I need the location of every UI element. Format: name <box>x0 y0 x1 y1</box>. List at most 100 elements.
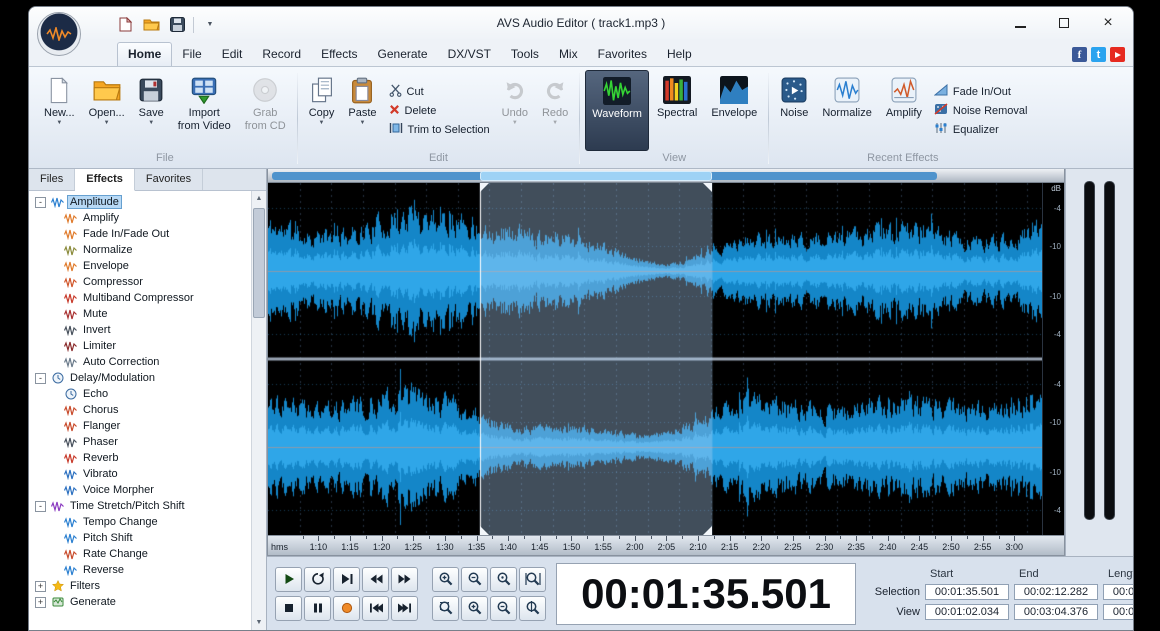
tree-item-filters[interactable]: +Filters <box>29 578 251 594</box>
redo-dropdown-icon[interactable]: ▼ <box>552 120 558 126</box>
menu-edit[interactable]: Edit <box>212 43 253 66</box>
collapse-toggle-icon[interactable]: - <box>35 501 46 512</box>
fade-in-out-button[interactable]: Fade In/Out <box>934 84 1028 99</box>
noise-button[interactable]: Noise <box>774 70 814 151</box>
scroll-up-icon[interactable]: ▲ <box>252 191 266 206</box>
maximize-button[interactable] <box>1053 13 1075 33</box>
zoom-out-vertical-button[interactable] <box>490 596 517 621</box>
delete-button[interactable]: Delete <box>389 104 490 118</box>
selection-end-marker-top[interactable] <box>703 183 712 192</box>
zoom-default-button[interactable] <box>490 567 517 592</box>
tree-item-limiter[interactable]: Limiter <box>29 338 251 354</box>
noise-removal-button[interactable]: Noise Removal <box>934 103 1028 118</box>
tab-files[interactable]: Files <box>29 169 75 190</box>
tree-item-reverse[interactable]: Reverse <box>29 562 251 578</box>
cut-button[interactable]: Cut <box>389 84 490 100</box>
repeat-button[interactable] <box>304 567 331 592</box>
go-to-end-button[interactable] <box>391 596 418 621</box>
save-button[interactable]: Save ▼ <box>133 70 170 151</box>
normalize-button[interactable]: Normalize <box>816 70 878 151</box>
tree-item-vibrato[interactable]: Vibrato <box>29 466 251 482</box>
grab-from-cd-button[interactable]: Grab from CD <box>239 70 292 151</box>
zoom-out-button[interactable] <box>461 567 488 592</box>
tree-item-envelope[interactable]: Envelope <box>29 258 251 274</box>
copy-dropdown-icon[interactable]: ▼ <box>319 120 325 126</box>
zoom-frame-button[interactable] <box>432 596 459 621</box>
envelope-view-button[interactable]: Envelope <box>705 70 763 151</box>
menu-dx-vst[interactable]: DX/VST <box>438 43 501 66</box>
go-to-start-button[interactable] <box>362 596 389 621</box>
tree-scrollbar[interactable]: ▲ ▼ <box>251 191 266 630</box>
youtube-icon[interactable] <box>1110 47 1125 62</box>
paste-button[interactable]: Paste ▼ <box>342 70 382 151</box>
tab-effects[interactable]: Effects <box>75 169 135 191</box>
zoom-in-vertical-button[interactable] <box>461 596 488 621</box>
undo-button[interactable]: Undo ▼ <box>496 70 534 151</box>
tree-item-delay-modulation[interactable]: -Delay/Modulation <box>29 370 251 386</box>
trim-to-selection-button[interactable]: Trim to Selection <box>389 122 490 137</box>
time-ruler[interactable]: hms1:101:151:201:251:301:351:401:451:501… <box>268 535 1064 555</box>
menu-record[interactable]: Record <box>252 43 311 66</box>
waveform-view-button[interactable]: Waveform <box>585 70 649 151</box>
spectral-view-button[interactable]: Spectral <box>651 70 703 151</box>
tree-item-flanger[interactable]: Flanger <box>29 418 251 434</box>
tree-item-fade-in-fade-out[interactable]: Fade In/Fade Out <box>29 226 251 242</box>
tree-item-echo[interactable]: Echo <box>29 386 251 402</box>
selection-start-value[interactable]: 00:01:35.501 <box>925 584 1009 600</box>
play-button[interactable] <box>275 567 302 592</box>
view-end-value[interactable]: 00:03:04.376 <box>1014 604 1098 620</box>
minimize-button[interactable] <box>1009 13 1031 33</box>
tree-item-amplitude[interactable]: -Amplitude <box>29 194 251 210</box>
view-start-value[interactable]: 00:01:02.034 <box>925 604 1009 620</box>
zoom-in-button[interactable] <box>432 567 459 592</box>
collapse-toggle-icon[interactable]: - <box>35 197 46 208</box>
overview-bar[interactable] <box>268 169 1064 183</box>
zoom-fit-button[interactable] <box>519 596 546 621</box>
copy-button[interactable]: Copy ▼ <box>303 70 341 151</box>
selection-end-marker-bottom[interactable] <box>703 526 712 535</box>
tree-item-phaser[interactable]: Phaser <box>29 434 251 450</box>
tree-item-pitch-shift[interactable]: Pitch Shift <box>29 530 251 546</box>
menu-mix[interactable]: Mix <box>549 43 588 66</box>
new-dropdown-icon[interactable]: ▼ <box>56 120 62 126</box>
undo-dropdown-icon[interactable]: ▼ <box>512 120 518 126</box>
menu-effects[interactable]: Effects <box>311 43 367 66</box>
selection-start-marker-top[interactable] <box>480 183 489 192</box>
waveform-canvas[interactable] <box>268 183 1042 535</box>
view-length-value[interactable]: 00:02:02.341 <box>1103 604 1133 620</box>
equalizer-button[interactable]: Equalizer <box>934 122 1028 137</box>
open-dropdown-icon[interactable]: ▼ <box>104 120 110 126</box>
expand-toggle-icon[interactable]: + <box>35 581 46 592</box>
selection-start-marker-bottom[interactable] <box>480 526 489 535</box>
tree-item-chorus[interactable]: Chorus <box>29 402 251 418</box>
selection-end-value[interactable]: 00:02:12.282 <box>1014 584 1098 600</box>
tree-item-voice-morpher[interactable]: Voice Morpher <box>29 482 251 498</box>
import-from-video-button[interactable]: Import from Video <box>172 70 237 151</box>
tree-item-multiband-compressor[interactable]: Multiband Compressor <box>29 290 251 306</box>
rewind-button[interactable] <box>362 567 389 592</box>
save-dropdown-icon[interactable]: ▼ <box>148 120 154 126</box>
tree-item-invert[interactable]: Invert <box>29 322 251 338</box>
scrollbar-track[interactable] <box>252 206 266 615</box>
tree-item-tempo-change[interactable]: Tempo Change <box>29 514 251 530</box>
menu-favorites[interactable]: Favorites <box>588 43 657 66</box>
next-marker-button[interactable] <box>333 567 360 592</box>
menu-file[interactable]: File <box>172 43 211 66</box>
scrollbar-thumb[interactable] <box>253 208 265 318</box>
tree-item-reverb[interactable]: Reverb <box>29 450 251 466</box>
collapse-toggle-icon[interactable]: - <box>35 373 46 384</box>
tree-item-amplify[interactable]: Amplify <box>29 210 251 226</box>
tree-item-rate-change[interactable]: Rate Change <box>29 546 251 562</box>
open-button[interactable]: Open... ▼ <box>83 70 131 151</box>
selection-length-value[interactable]: 00:00:36.781 <box>1103 584 1133 600</box>
tree-item-mute[interactable]: Mute <box>29 306 251 322</box>
title-bar[interactable]: ▼ AVS Audio Editor ( track1.mp3 ) × <box>29 7 1133 41</box>
new-button[interactable]: New... ▼ <box>38 70 81 151</box>
tree-item-normalize[interactable]: Normalize <box>29 242 251 258</box>
facebook-icon[interactable]: f <box>1072 47 1087 62</box>
record-button[interactable] <box>333 596 360 621</box>
tree-item-generate[interactable]: +Generate <box>29 594 251 610</box>
tree-item-time-stretch-pitch-shift[interactable]: -Time Stretch/Pitch Shift <box>29 498 251 514</box>
stop-button[interactable] <box>275 596 302 621</box>
tree-item-auto-correction[interactable]: Auto Correction <box>29 354 251 370</box>
